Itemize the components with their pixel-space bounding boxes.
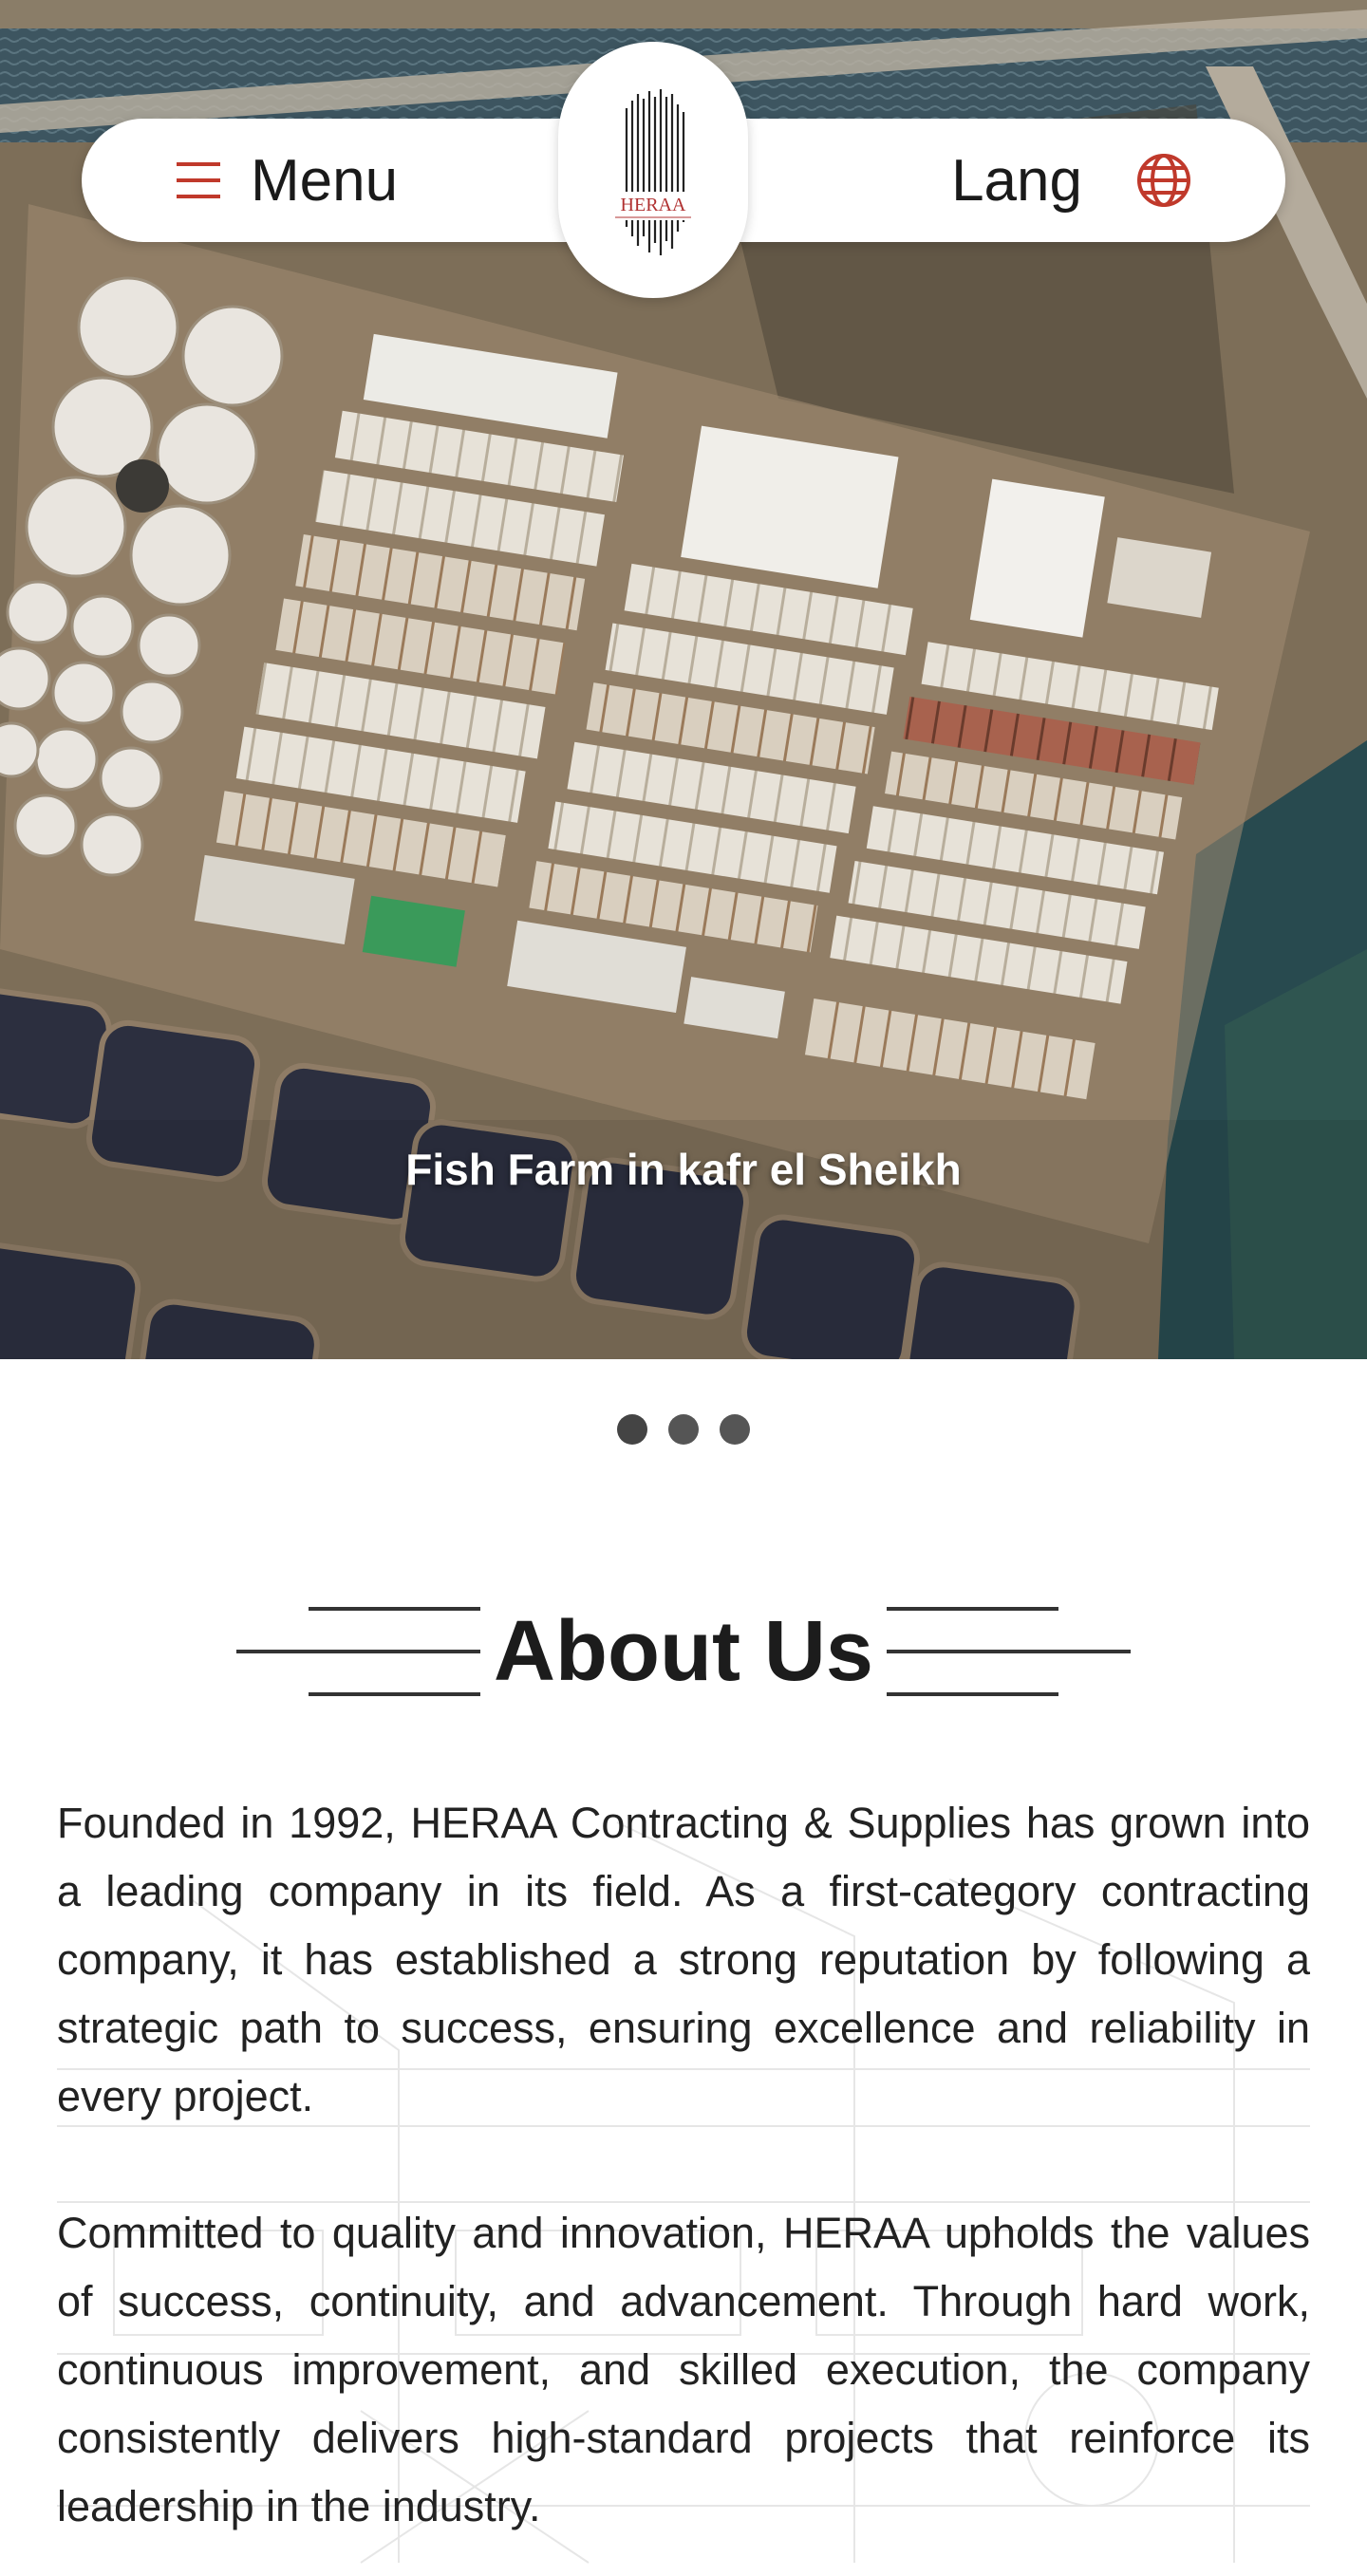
logo-link[interactable]: HERAA [558,42,748,298]
menu-label: Menu [251,147,399,214]
hero-caption: Fish Farm in kafr el Sheikh [405,1145,962,1194]
menu-button[interactable]: Menu [177,119,398,242]
lang-label: Lang [951,147,1082,214]
heraa-logo: HERAA [608,89,699,255]
about-heading-block: About Us [0,1599,1367,1704]
globe-icon [1137,154,1190,207]
language-button[interactable]: Lang [951,119,1192,242]
slide-dot-2[interactable] [668,1414,699,1445]
about-paragraph-1: Founded in 1992, HERAA Contracting & Sup… [57,1799,1310,2120]
hamburger-icon [177,162,220,198]
logo-text: HERAA [621,195,686,215]
slide-dot-1[interactable] [617,1414,647,1445]
about-paragraph-2: Committed to quality and innovation, HER… [57,2209,1310,2530]
slider-dots [0,1414,1367,1445]
about-title: About Us [494,1604,873,1699]
slide-dot-3[interactable] [720,1414,750,1445]
